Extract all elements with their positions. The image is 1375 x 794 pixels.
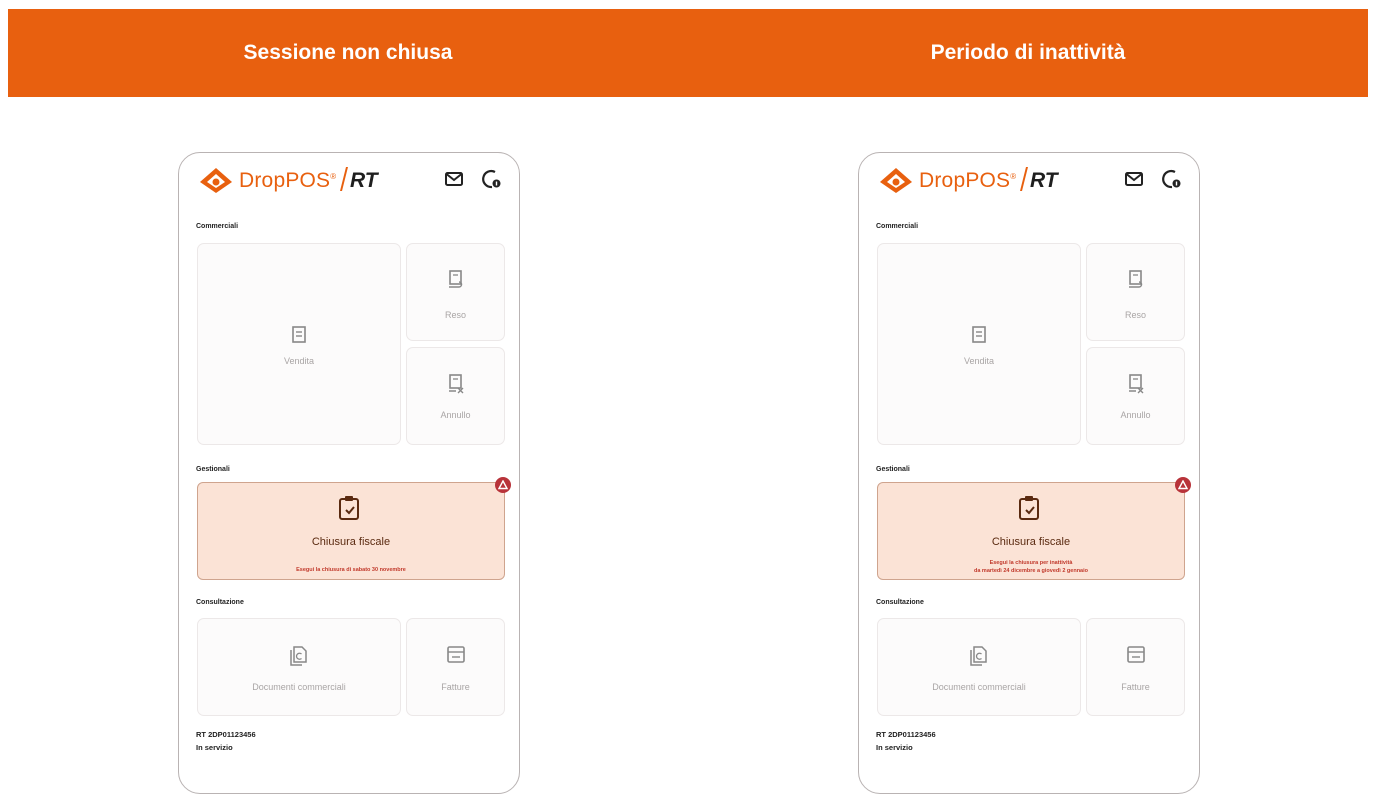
tile-commercial-documents-label: Documenti commerciali: [252, 682, 346, 692]
tile-return[interactable]: Reso: [406, 243, 505, 341]
fiscal-closure-title: Chiusura fiscale: [991, 536, 1071, 548]
tile-sale-label: Vendita: [283, 356, 315, 366]
tile-invoices[interactable]: Fatture: [406, 618, 505, 716]
fiscal-closure-subtitle: Esegui la chiusura di sabato 30 novembre: [296, 567, 406, 573]
tile-commercial-documents[interactable]: Documenti commerciali: [877, 618, 1081, 716]
logo-brand: DropPOS®: [919, 169, 1017, 192]
fiscal-closure-title: Chiusura fiscale: [311, 536, 391, 548]
warning-badge: [495, 477, 511, 493]
banner-title-right: Periodo di inattività: [930, 41, 1126, 64]
tile-return[interactable]: Reso: [1086, 243, 1185, 341]
section-label-commercial: Commerciali: [196, 223, 239, 230]
tile-commercial-documents[interactable]: Documenti commerciali: [197, 618, 401, 716]
mail-icon[interactable]: [1125, 172, 1143, 186]
tile-return-label: Reso: [1124, 310, 1146, 320]
header-banner: Sessione non chiusa Periodo di inattivit…: [8, 9, 1368, 97]
receipt-return-icon: [448, 270, 462, 288]
tile-sale[interactable]: Vendita: [877, 243, 1081, 445]
rt-device-status: In servizio: [876, 743, 913, 752]
tile-commercial-documents-label: Documenti commerciali: [932, 682, 1026, 692]
tile-cancel-label: Annullo: [440, 410, 471, 420]
rt-device-status: In servizio: [196, 743, 233, 752]
logo-separator: [1020, 167, 1028, 191]
warning-badge: [1175, 477, 1191, 493]
fiscal-closure-tile[interactable]: Chiusura fiscale Esegui la chiusura di s…: [197, 482, 505, 580]
receipt-icon: [972, 326, 986, 343]
tile-cancel[interactable]: Annullo: [406, 347, 505, 445]
support-icon[interactable]: [482, 169, 502, 189]
rt-device-id: RT 2DP01123456: [876, 730, 936, 739]
receipt-return-icon: [1128, 270, 1142, 288]
warning-icon: [498, 480, 508, 490]
logo-separator: [340, 167, 348, 191]
tile-cancel-label: Annullo: [1120, 410, 1151, 420]
mail-icon[interactable]: [445, 172, 463, 186]
tile-cancel[interactable]: Annullo: [1086, 347, 1185, 445]
tile-sale-label: Vendita: [963, 356, 995, 366]
droppos-logo-icon: [880, 168, 912, 193]
invoice-icon: [1126, 646, 1145, 663]
section-label-management: Gestionali: [876, 466, 910, 473]
section-label-consultation: Consultazione: [196, 599, 244, 606]
receipt-icon: [292, 326, 306, 343]
tile-invoices-label: Fatture: [441, 682, 470, 692]
support-icon[interactable]: [1162, 169, 1182, 189]
logo-suffix: RT: [1030, 169, 1058, 192]
app-header: DropPOS® RT: [859, 153, 1199, 209]
logo-brand: DropPOS®: [239, 169, 337, 192]
warning-icon: [1178, 480, 1188, 490]
receipt-cancel-icon: [1128, 374, 1143, 394]
fiscal-closure-tile[interactable]: Chiusura fiscale Esegui la chiusura per …: [877, 482, 1185, 580]
phone-mockup-left: DropPOS® RT Commerciali Vendita Reso Ann…: [178, 152, 520, 794]
tile-sale[interactable]: Vendita: [197, 243, 401, 445]
app-header: DropPOS® RT: [179, 153, 519, 209]
banner-title-left: Sessione non chiusa: [243, 41, 453, 64]
tile-invoices[interactable]: Fatture: [1086, 618, 1185, 716]
tile-invoices-label: Fatture: [1121, 682, 1150, 692]
rt-device-id: RT 2DP01123456: [196, 730, 256, 739]
section-label-commercial: Commerciali: [876, 223, 919, 230]
document-euro-icon: [290, 646, 307, 666]
document-euro-icon: [970, 646, 987, 666]
section-label-consultation: Consultazione: [876, 599, 924, 606]
fiscal-closure-subtitle-line2: da martedì 24 dicembre a giovedì 2 genna…: [973, 568, 1088, 574]
section-label-management: Gestionali: [196, 466, 230, 473]
logo-suffix: RT: [350, 169, 378, 192]
droppos-logo-icon: [200, 168, 232, 193]
fiscal-closure-subtitle-line1: Esegui la chiusura per inattività: [989, 560, 1073, 566]
clipboard-check-icon: [1019, 496, 1039, 520]
invoice-icon: [446, 646, 465, 663]
receipt-cancel-icon: [448, 374, 463, 394]
clipboard-check-icon: [339, 496, 359, 520]
tile-return-label: Reso: [444, 310, 466, 320]
phone-mockup-right: DropPOS® RT Commerciali Vendita Reso Ann…: [858, 152, 1200, 794]
